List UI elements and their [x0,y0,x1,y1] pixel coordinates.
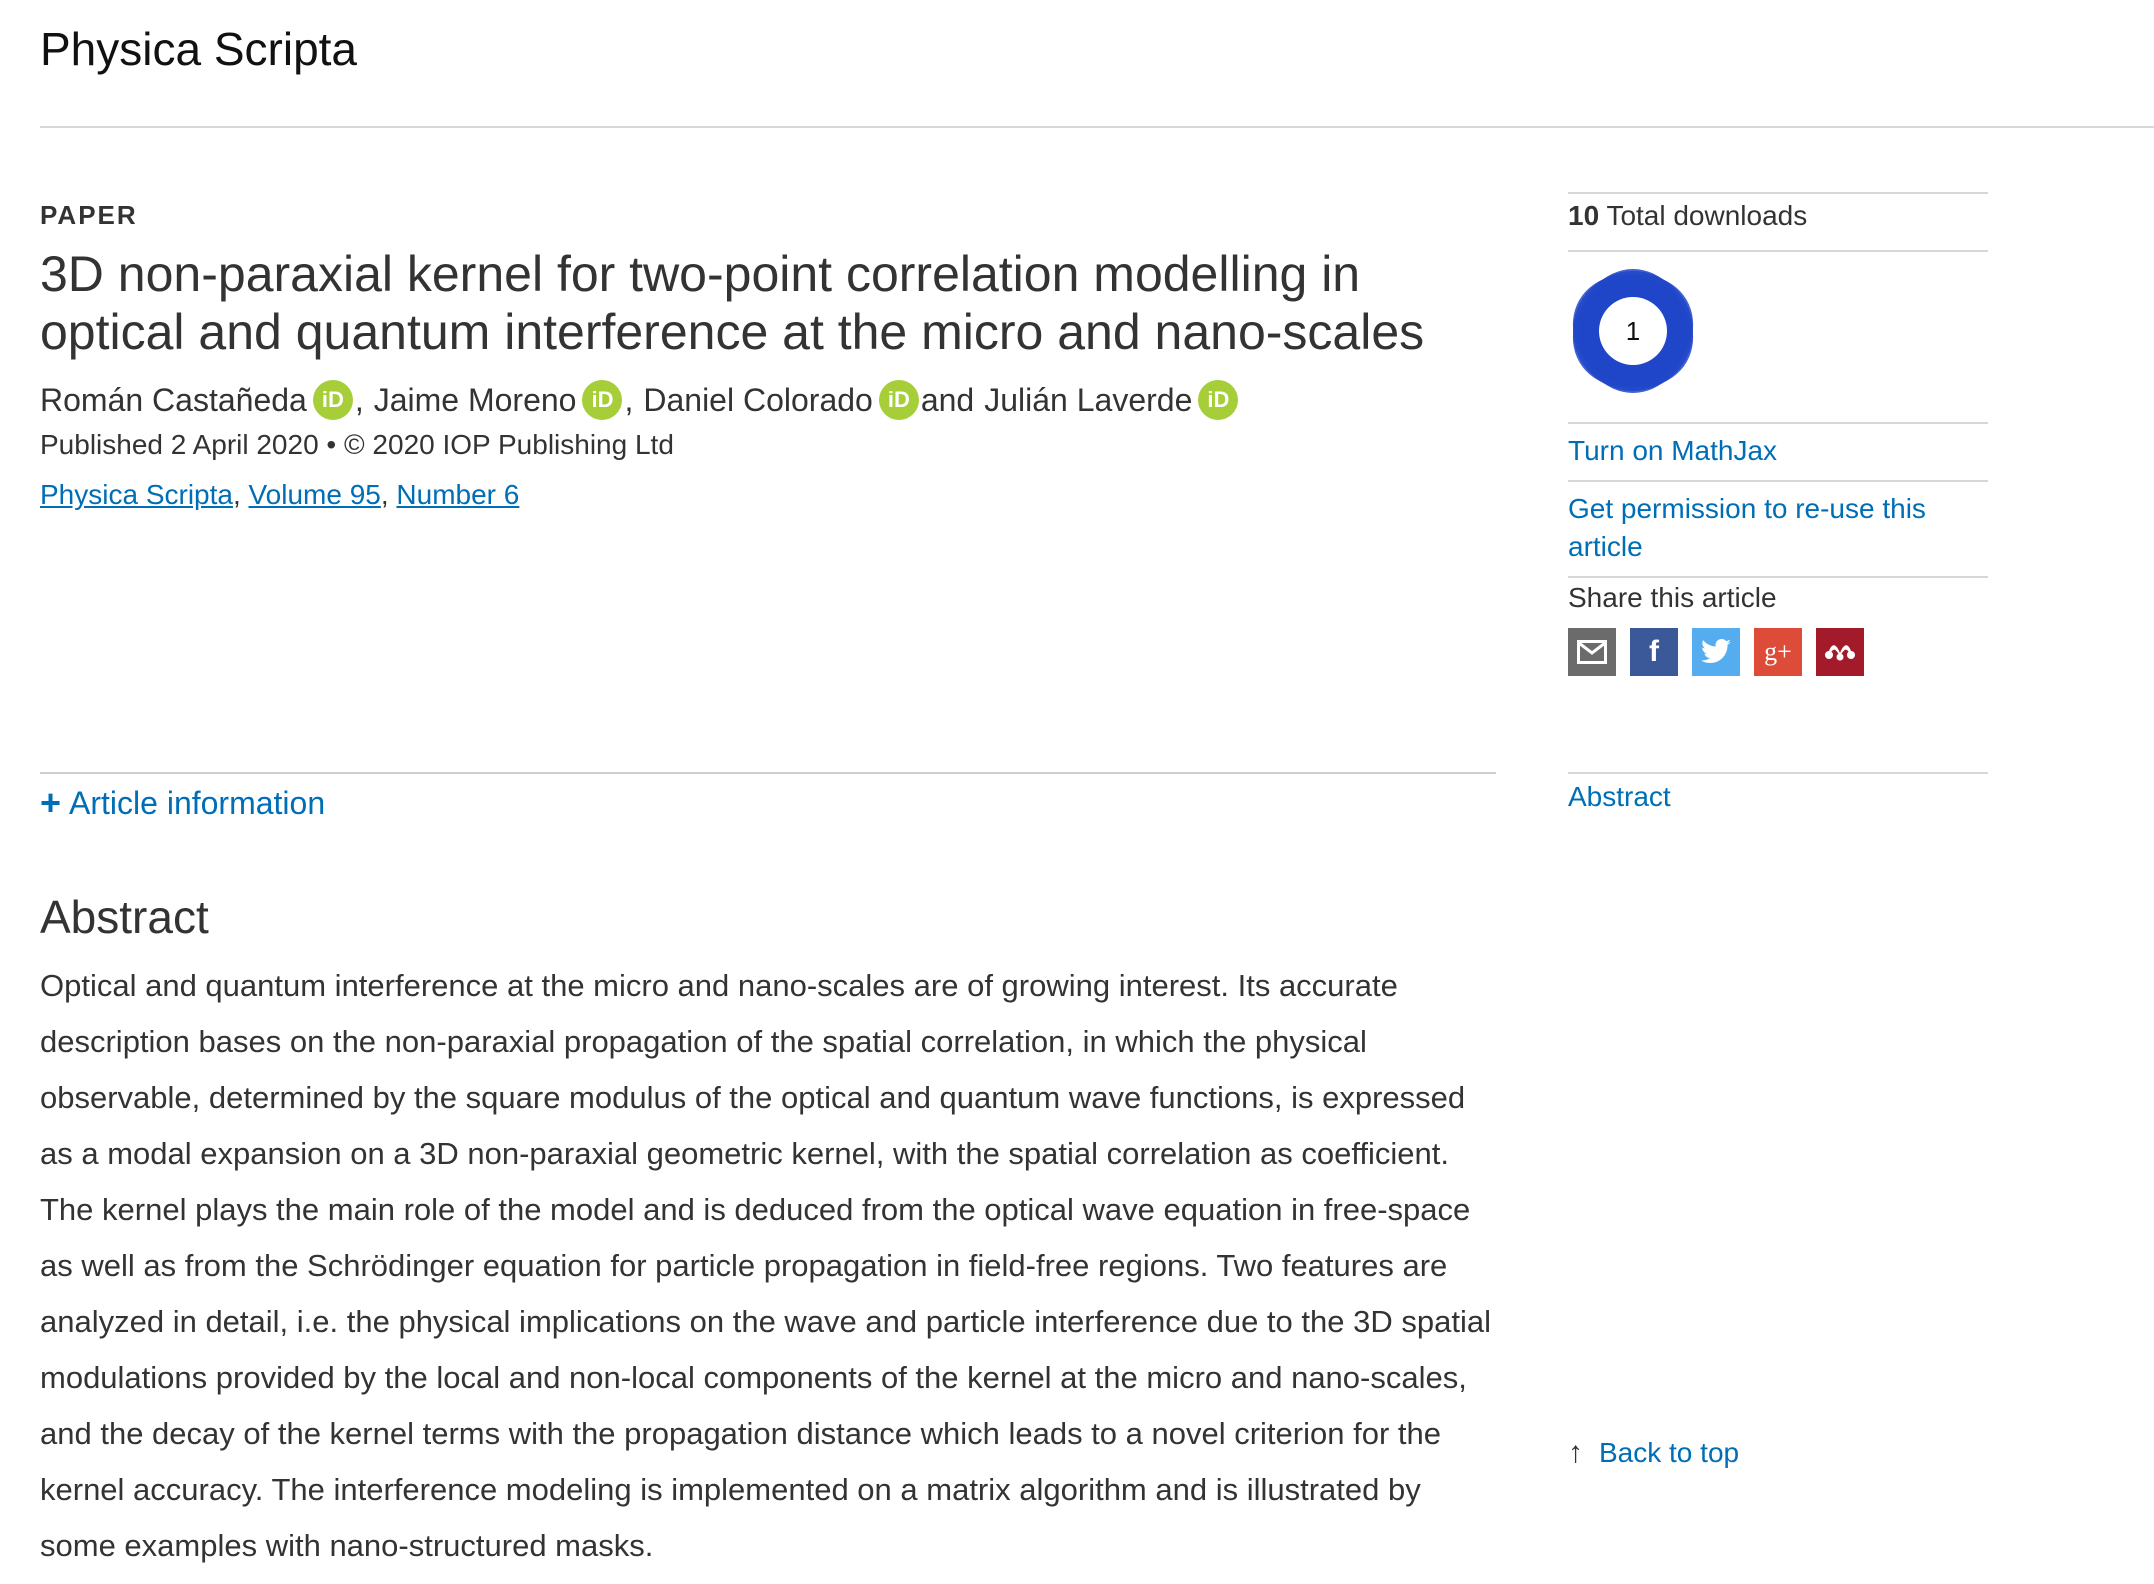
mathjax-toggle-link[interactable]: Turn on MathJax [1568,424,1988,480]
abstract-section: Abstract Optical and quantum interferenc… [40,890,1500,1574]
author-separator: , [624,382,634,418]
back-to-top-link[interactable]: ↑ Back to top [1568,1436,1739,1470]
author-name[interactable]: Julián Laverde [984,379,1192,421]
nav-abstract-link[interactable]: Abstract [1568,774,1988,826]
journal-title[interactable]: Physica Scripta [40,22,357,76]
article-title: 3D non-paraxial kernel for two-point cor… [40,246,1425,360]
section-divider [40,772,1496,774]
article-type-label: PAPER [40,200,138,230]
author-separator: , [354,382,364,418]
mendeley-share-icon[interactable] [1816,628,1864,676]
downloads-stat: 10 Total downloads [1568,194,1988,250]
abstract-text: Optical and quantum interference at the … [40,968,1491,1563]
altmetric-donut-icon: 1 [1572,269,1694,393]
journal-link[interactable]: Physica Scripta [40,479,233,510]
facebook-share-icon[interactable]: f [1630,628,1678,676]
back-to-top-label: Back to top [1599,1437,1740,1468]
downloads-label: Total downloads [1606,200,1808,231]
google-plus-share-icon[interactable]: g+ [1754,628,1802,676]
author-name[interactable]: Daniel Colorado [643,379,872,421]
twitter-share-icon[interactable] [1692,628,1740,676]
issue-links: Physica Scripta, Volume 95, Number 6 [40,479,1500,511]
sidebar-divider [1568,250,1988,252]
email-share-icon[interactable] [1568,628,1616,676]
article-page: Physica Scripta PAPER 3D non-paraxial ke… [0,0,2154,1584]
author-list: Román Castañeda iD , Jaime Moreno iD , D… [40,379,1500,421]
author-separator: and [920,382,975,418]
plus-icon: + [40,782,62,823]
orcid-icon[interactable]: iD [1198,380,1239,420]
publication-info: Published 2 April 2020 • © 2020 IOP Publ… [40,429,674,460]
altmetric-score: 1 [1626,316,1640,346]
downloads-count: 10 [1568,200,1600,231]
volume-link[interactable]: Volume 95 [249,479,381,510]
abstract-heading: Abstract [40,891,209,943]
author-name[interactable]: Jaime Moreno [374,379,577,421]
orcid-icon[interactable]: iD [878,380,919,420]
number-link[interactable]: Number 6 [396,479,519,510]
article-header: PAPER 3D non-paraxial kernel for two-poi… [40,200,1500,511]
permission-link[interactable]: Get permission to re-use this article [1568,482,1988,576]
share-buttons: f g+ [1568,628,1988,676]
altmetric-badge[interactable]: 1 [1568,266,1698,396]
orcid-icon[interactable]: iD [582,380,623,420]
article-information-label: Article information [69,784,326,821]
share-label: Share this article [1568,582,1777,613]
article-information-toggle[interactable]: + Article information [40,782,325,824]
arrow-up-icon: ↑ [1568,1436,1583,1469]
link-separator: , [232,479,241,510]
header-divider [40,126,2154,128]
author-name[interactable]: Román Castañeda [40,379,307,421]
link-separator: , [380,479,389,510]
sidebar: 10 Total downloads 1 Turn on MathJax Get… [1568,192,1988,676]
section-nav: Abstract [1568,772,1988,826]
orcid-icon[interactable]: iD [312,380,353,420]
